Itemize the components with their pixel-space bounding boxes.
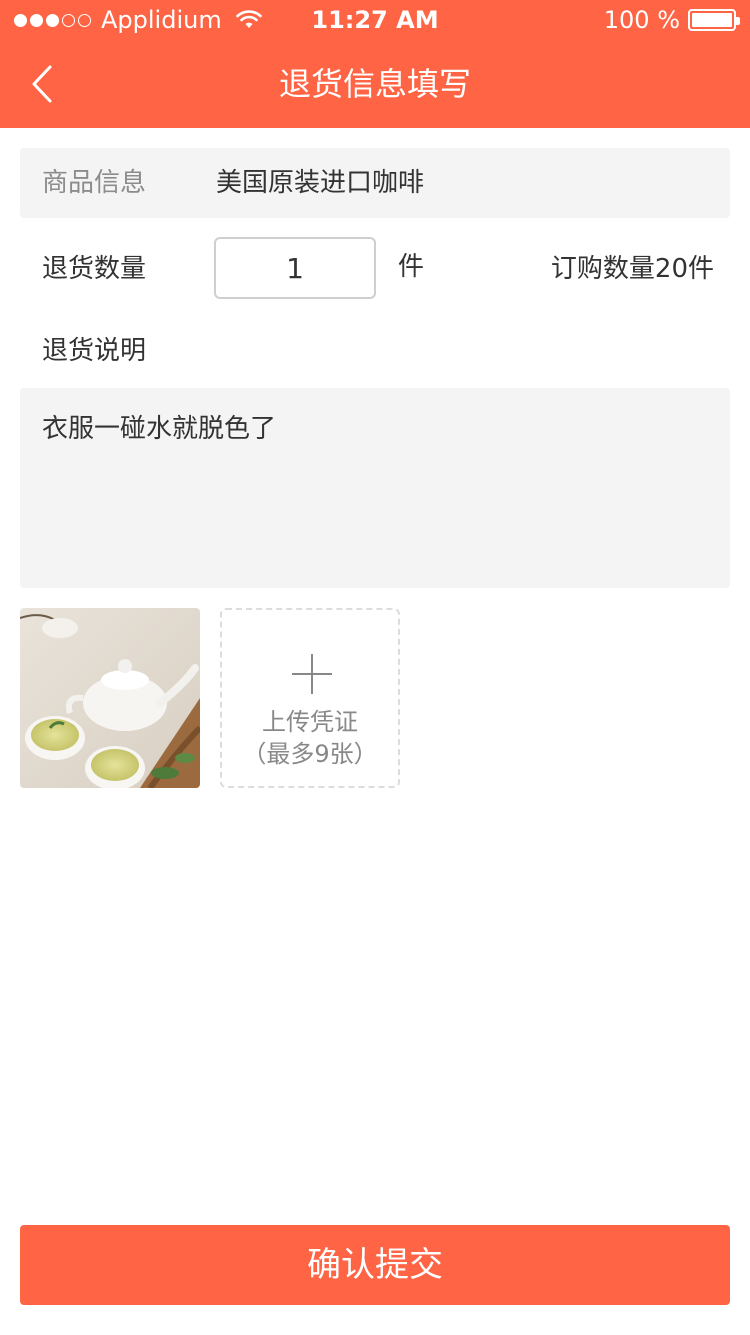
upload-proof-label: 上传凭证 xyxy=(262,708,358,736)
return-description-label: 退货说明 xyxy=(42,336,147,366)
quantity-unit: 件 xyxy=(398,252,425,282)
return-form-screen: Applidium 11:27 AM 100 % 退货信息填写 商品信息 美国原… xyxy=(0,0,750,1335)
navigation-bar: 退货信息填写 xyxy=(0,40,750,128)
upload-proof-button[interactable]: 上传凭证 （最多9张） xyxy=(220,608,400,788)
order-quantity-text: 订购数量20件 xyxy=(550,254,714,284)
confirm-submit-button[interactable]: 确认提交 xyxy=(20,1225,730,1305)
page-title: 退货信息填写 xyxy=(278,65,471,103)
uploaded-photo-thumbnail[interactable] xyxy=(20,608,200,788)
upload-limit-hint: （最多9张） xyxy=(242,740,378,768)
plus-icon xyxy=(292,654,332,694)
product-name: 美国原装进口咖啡 xyxy=(216,168,425,198)
return-quantity-label: 退货数量 xyxy=(42,254,147,284)
status-right: 100 % xyxy=(603,6,740,34)
header: Applidium 11:27 AM 100 % 退货信息填写 xyxy=(0,0,750,128)
product-info-label: 商品信息 xyxy=(42,168,147,198)
product-info-row: 商品信息 美国原装进口咖啡 xyxy=(20,148,730,218)
status-bar: Applidium 11:27 AM 100 % xyxy=(0,0,750,40)
return-description-textarea[interactable]: 衣服一碰水就脱色了 xyxy=(20,388,730,588)
tea-set-photo xyxy=(20,608,200,788)
battery-icon xyxy=(688,9,740,31)
battery-percentage: 100 % xyxy=(603,6,680,34)
return-quantity-input[interactable] xyxy=(214,237,376,299)
